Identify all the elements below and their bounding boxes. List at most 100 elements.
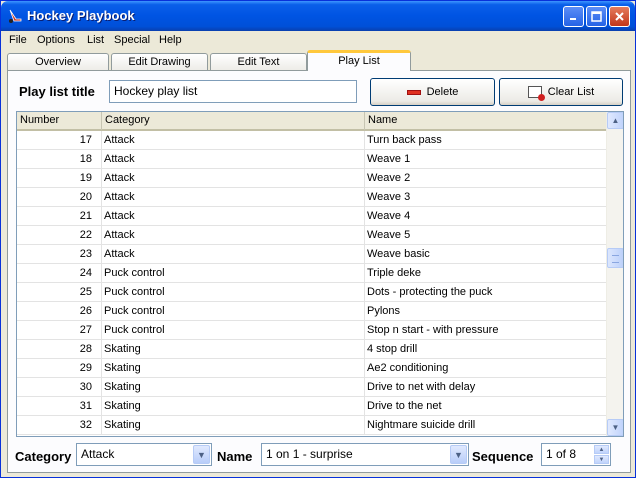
table-row[interactable]: 30 Skating Drive to net with delay [17, 378, 607, 397]
cell-name: Weave 2 [365, 169, 607, 188]
arrow-down-icon: ▼ [611, 423, 620, 432]
table-row[interactable]: 23 Attack Weave basic [17, 245, 607, 264]
cell-number: 20 [17, 188, 102, 207]
cell-number: 25 [17, 283, 102, 302]
cell-number: 32 [17, 416, 102, 435]
sequence-stepper[interactable]: 1 of 8 ▲ ▼ [541, 443, 611, 466]
table-row[interactable]: 32 Skating Nightmare suicide drill [17, 416, 607, 435]
play-list-title-input[interactable]: Hockey play list [109, 80, 357, 103]
window-title: Hockey Playbook [27, 8, 135, 23]
cell-number: 26 [17, 302, 102, 321]
cell-name: Ae2 conditioning [365, 359, 607, 378]
cell-category: Skating [102, 397, 365, 416]
cell-name: Drive to net with delay [365, 378, 607, 397]
grid-header: Number Category Name [17, 112, 607, 131]
cell-category: Attack [102, 169, 365, 188]
clear-list-button[interactable]: Clear List [499, 78, 623, 106]
cell-category: Puck control [102, 302, 365, 321]
cell-category: Attack [102, 207, 365, 226]
table-row[interactable]: 19 Attack Weave 2 [17, 169, 607, 188]
category-dropdown-button[interactable]: ▼ [193, 445, 210, 464]
sequence-spin-buttons: ▲ ▼ [594, 445, 609, 464]
arrow-up-icon: ▲ [598, 446, 605, 453]
table-row[interactable]: 18 Attack Weave 1 [17, 150, 607, 169]
scroll-thumb[interactable] [607, 248, 623, 268]
cell-number: 24 [17, 264, 102, 283]
minimize-icon [570, 18, 576, 20]
delete-icon [406, 89, 421, 95]
clear-list-button-label: Clear List [547, 86, 595, 98]
cell-category: Puck control [102, 321, 365, 340]
cell-name: Weave 5 [365, 226, 607, 245]
table-row[interactable]: 26 Puck control Pylons [17, 302, 607, 321]
menu-list[interactable]: List [87, 34, 104, 46]
cell-name: Stop n start - with pressure [365, 321, 607, 340]
name-select[interactable]: 1 on 1 - surprise ▼ [261, 443, 469, 466]
cell-category: Attack [102, 131, 365, 150]
cell-number: 17 [17, 131, 102, 150]
table-row[interactable]: 22 Attack Weave 5 [17, 226, 607, 245]
grid-vertical-scrollbar[interactable]: ▲ ▼ [606, 112, 623, 436]
clear-list-icon [527, 86, 545, 101]
minimize-button[interactable] [563, 6, 584, 27]
tab-edit-text[interactable]: Edit Text [210, 53, 307, 71]
cell-number: 18 [17, 150, 102, 169]
table-row[interactable]: 31 Skating Drive to the net [17, 397, 607, 416]
table-row[interactable]: 25 Puck control Dots - protecting the puck [17, 283, 607, 302]
name-select-value: 1 on 1 - surprise [266, 447, 353, 461]
sequence-up-button[interactable]: ▲ [594, 445, 609, 454]
cell-name: Nightmare suicide drill [365, 416, 607, 435]
menu-special[interactable]: Special [114, 34, 150, 46]
column-header-name[interactable]: Name [365, 112, 607, 130]
table-row[interactable]: 24 Puck control Triple deke [17, 264, 607, 283]
cell-name: Weave 3 [365, 188, 607, 207]
cell-name: Turn back pass [365, 131, 607, 150]
cell-number: 22 [17, 226, 102, 245]
menu-file[interactable]: File [9, 34, 27, 46]
category-label: Category [15, 449, 72, 464]
cell-category: Attack [102, 150, 365, 169]
play-list-grid[interactable]: Number Category Name 17 Attack Turn back p… [16, 111, 624, 437]
maximize-icon [591, 11, 602, 22]
name-label: Name [217, 449, 253, 464]
scroll-down-button[interactable]: ▼ [607, 419, 623, 436]
tab-play-list[interactable]: Play List [307, 50, 411, 71]
menu-help[interactable]: Help [159, 34, 182, 46]
cell-name: 4 stop drill [365, 340, 607, 359]
table-row[interactable]: 21 Attack Weave 4 [17, 207, 607, 226]
tab-edit-drawing[interactable]: Edit Drawing [111, 53, 208, 71]
cell-name: Weave 1 [365, 150, 607, 169]
cell-category: Attack [102, 226, 365, 245]
tab-overview[interactable]: Overview [7, 53, 109, 71]
maximize-button[interactable] [586, 6, 607, 27]
cell-number: 28 [17, 340, 102, 359]
table-row[interactable]: 20 Attack Weave 3 [17, 188, 607, 207]
cell-number: 21 [17, 207, 102, 226]
cell-name: Triple deke [365, 264, 607, 283]
menu-options[interactable]: Options [37, 34, 75, 46]
grid-rows: 17 Attack Turn back pass 18 Attack Weave 1 1… [17, 131, 607, 435]
close-icon [615, 12, 624, 21]
table-row[interactable]: 28 Skating 4 stop drill [17, 340, 607, 359]
delete-button[interactable]: Delete [370, 78, 495, 106]
cell-category: Puck control [102, 283, 365, 302]
cell-category: Skating [102, 359, 365, 378]
column-header-number[interactable]: Number [17, 112, 102, 130]
delete-button-label: Delete [426, 86, 459, 98]
name-dropdown-button[interactable]: ▼ [450, 445, 467, 464]
arrow-up-icon: ▲ [611, 116, 620, 125]
category-select[interactable]: Attack ▼ [76, 443, 212, 466]
table-row[interactable]: 29 Skating Ae2 conditioning [17, 359, 607, 378]
cell-number: 27 [17, 321, 102, 340]
column-header-category[interactable]: Category [102, 112, 365, 130]
menu-bar: File Options List Special Help [1, 31, 635, 50]
table-row[interactable]: 17 Attack Turn back pass [17, 131, 607, 150]
close-button[interactable] [609, 6, 630, 27]
scroll-up-button[interactable]: ▲ [607, 112, 623, 129]
title-bar[interactable]: Hockey Playbook [1, 1, 635, 31]
table-row[interactable]: 27 Puck control Stop n start - with pressu… [17, 321, 607, 340]
app-window: Hockey Playbook File Options List Specia… [0, 0, 636, 478]
chevron-down-icon: ▼ [454, 449, 463, 460]
cell-category: Attack [102, 188, 365, 207]
sequence-down-button[interactable]: ▼ [594, 455, 609, 464]
